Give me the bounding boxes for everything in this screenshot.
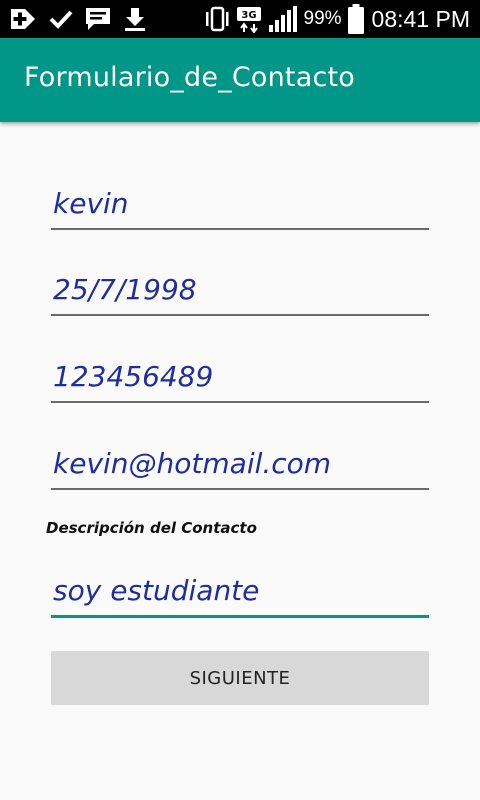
email-input[interactable] bbox=[51, 440, 431, 486]
download-icon bbox=[122, 6, 148, 32]
vibrate-icon bbox=[204, 5, 230, 33]
page-title: Formulario_de_Contacto bbox=[24, 62, 356, 93]
name-input[interactable] bbox=[51, 180, 431, 226]
svg-text:3G: 3G bbox=[241, 10, 256, 21]
status-bar-notifications bbox=[8, 4, 148, 34]
message-icon bbox=[84, 6, 112, 32]
add-box-icon bbox=[8, 6, 38, 32]
clock: 08:41 PM bbox=[371, 5, 470, 32]
status-bar-system: 3G 99% 08:41 PM bbox=[204, 4, 470, 34]
signal-icon bbox=[268, 5, 298, 33]
description-field[interactable] bbox=[51, 567, 431, 618]
battery-icon bbox=[347, 4, 364, 34]
email-field[interactable] bbox=[51, 440, 431, 490]
name-field[interactable] bbox=[51, 180, 431, 230]
phone-input[interactable] bbox=[51, 353, 431, 399]
birth-date-input[interactable] bbox=[51, 266, 431, 312]
next-button[interactable]: SIGUIENTE bbox=[51, 651, 429, 705]
network-3g-icon: 3G bbox=[236, 5, 262, 33]
status-bar: 3G 99% 08:41 PM bbox=[0, 0, 480, 38]
birth-date-field[interactable] bbox=[51, 266, 431, 316]
phone-field[interactable] bbox=[51, 353, 431, 403]
description-input[interactable] bbox=[51, 567, 431, 613]
description-label: Descripción del Contacto bbox=[46, 519, 257, 537]
check-icon bbox=[48, 6, 74, 32]
battery-percent: 99% bbox=[303, 8, 342, 29]
app-bar: Formulario_de_Contacto bbox=[0, 38, 480, 122]
